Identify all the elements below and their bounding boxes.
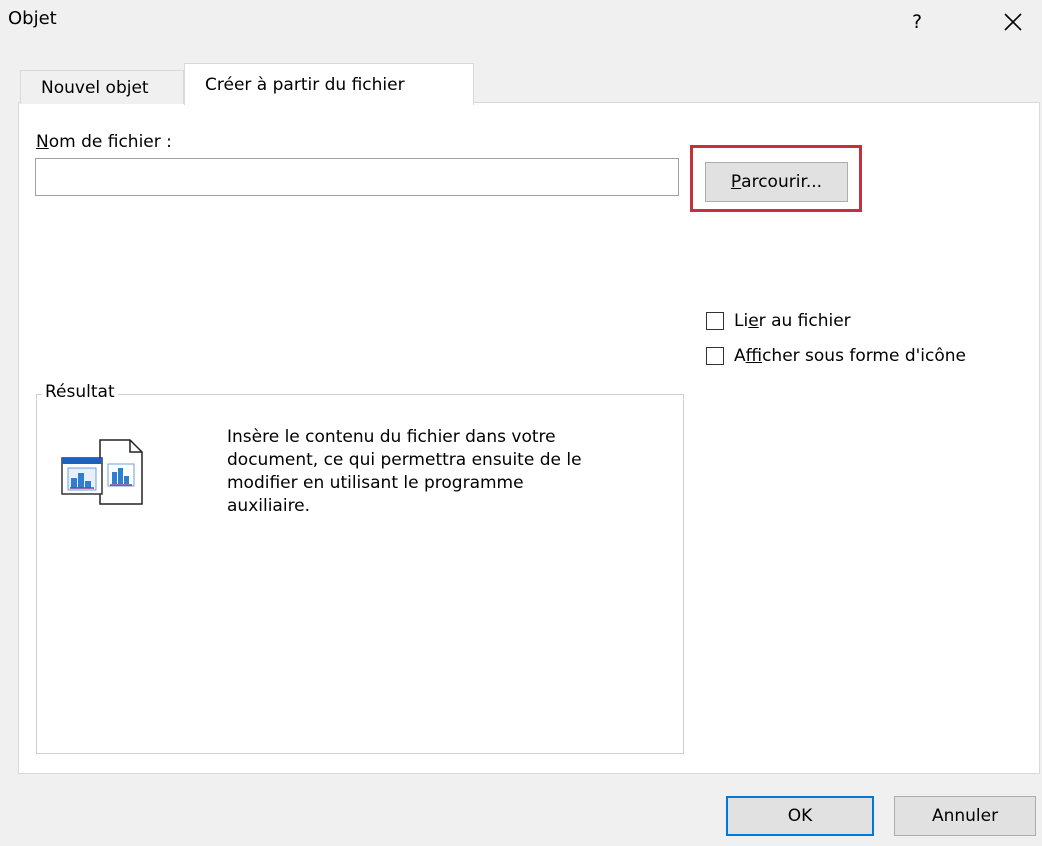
file-name-label-mnemonic: N	[36, 132, 49, 152]
result-description: Insère le contenu du fichier dans votre …	[227, 426, 657, 518]
result-line: auxiliaire.	[227, 496, 311, 516]
result-line: modifier en utilisant le programme	[227, 473, 524, 493]
display-as-icon-checkbox[interactable]	[706, 347, 724, 365]
file-name-label-text: om de fichier :	[48, 132, 172, 152]
tab-nouvel-objet[interactable]: Nouvel objet	[20, 70, 184, 104]
ok-button[interactable]: OK	[726, 796, 874, 836]
browse-button-text: arcourir...	[741, 172, 823, 192]
help-button[interactable]: ?	[892, 2, 942, 42]
file-name-input[interactable]	[35, 158, 679, 196]
display-as-icon-option[interactable]: Afficher sous forme d'icône	[706, 346, 966, 366]
close-icon	[1004, 13, 1022, 31]
cancel-button[interactable]: Annuler	[894, 796, 1036, 836]
link-to-file-option[interactable]: Lier au fichier	[706, 311, 851, 331]
tab-creer-a-partir-du-fichier[interactable]: Créer à partir du fichier	[184, 63, 474, 105]
close-button[interactable]	[988, 2, 1038, 42]
result-legend: Résultat	[42, 382, 118, 402]
browse-button-mnemonic: P	[730, 172, 742, 192]
result-line: Insère le contenu du fichier dans votre	[227, 427, 556, 447]
link-to-file-label: Lier au fichier	[734, 311, 851, 331]
browse-button[interactable]: Parcourir...	[705, 162, 848, 202]
display-as-icon-label: Afficher sous forme d'icône	[734, 346, 967, 366]
result-line: document, ce qui permettra ensuite de le	[227, 450, 582, 470]
link-to-file-checkbox[interactable]	[706, 312, 724, 330]
file-name-label: Nom de fichier :	[36, 132, 172, 152]
dialog-title: Objet	[8, 8, 57, 29]
embedded-document-icon	[58, 436, 148, 510]
